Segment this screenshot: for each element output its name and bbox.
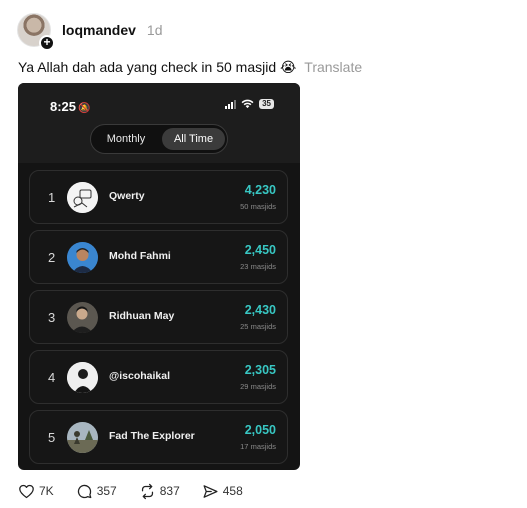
post-body: Ya Allah dah ada yang check in 50 masjid	[18, 59, 277, 75]
user-avatar	[67, 362, 98, 393]
username[interactable]: loqmandev	[62, 22, 136, 38]
comment-button[interactable]: 357	[76, 483, 117, 500]
user-avatar	[67, 422, 98, 453]
share-count: 458	[222, 484, 243, 498]
user-avatar	[67, 302, 98, 333]
rank-number: 2	[48, 250, 56, 265]
comment-count: 357	[96, 484, 117, 498]
user-name: Fad The Explorer	[109, 430, 195, 442]
leaderboard-row[interactable]: 1 Qwerty 4,230 50 masjids	[29, 170, 288, 224]
user-score: 2,450	[244, 243, 276, 257]
user-masjid-count: 50 masjids	[240, 202, 276, 211]
follow-plus-icon[interactable]: +	[39, 35, 55, 51]
post-text: Ya Allah dah ada yang check in 50 masjid…	[18, 59, 362, 76]
leaderboard-row[interactable]: 5 Fad The Explorer 2,050 17 masjids	[29, 410, 288, 464]
user-masjid-count: 25 masjids	[240, 322, 276, 331]
avatar[interactable]: +	[17, 13, 55, 51]
repost-button[interactable]: 837	[139, 483, 180, 500]
user-masjid-count: 29 masjids	[240, 382, 276, 391]
battery-icon: 35	[259, 99, 274, 109]
period-toggle: Monthly All Time	[90, 124, 228, 154]
user-avatar	[67, 242, 98, 273]
rank-number: 4	[48, 370, 56, 385]
send-icon	[203, 484, 218, 498]
repost-count: 837	[159, 484, 180, 498]
comment-icon	[77, 484, 92, 498]
user-name: @iscohaikal	[109, 370, 171, 382]
status-time: 8:25 🔕	[50, 99, 90, 114]
repost-icon	[141, 483, 153, 499]
user-avatar	[67, 182, 98, 213]
leaderboard-row[interactable]: 4 @iscohaikal 2,305 29 masjids	[29, 350, 288, 404]
like-button[interactable]: 7K	[18, 483, 54, 500]
translate-link[interactable]: Translate	[304, 59, 362, 75]
like-count: 7K	[39, 484, 54, 498]
status-bar: 8:25 🔕 35 Monthly All Time	[18, 83, 300, 163]
leaderboard-row[interactable]: 3 Ridhuan May 2,430 25 masjids	[29, 290, 288, 344]
user-name: Qwerty	[109, 190, 145, 202]
user-masjid-count: 17 masjids	[240, 442, 276, 451]
leaderboard-row[interactable]: 2 Mohd Fahmi 2,450 23 masjids	[29, 230, 288, 284]
silent-bell-icon: 🔕	[78, 103, 91, 114]
leaderboard-screenshot[interactable]: 8:25 🔕 35 Monthly All Time 1 Qwerty 4,230…	[18, 83, 300, 470]
user-score: 4,230	[244, 183, 276, 197]
user-name: Ridhuan May	[109, 310, 175, 322]
user-score: 2,050	[244, 423, 276, 437]
status-icons: 35	[225, 99, 274, 109]
time-ago: 1d	[146, 22, 163, 38]
post-actions: 7K 357 837 458	[18, 481, 265, 501]
wifi-icon	[241, 99, 254, 109]
rank-number: 5	[48, 430, 56, 445]
status-time-text: 8:25	[50, 99, 77, 114]
tab-all-time[interactable]: All Time	[162, 128, 225, 150]
user-score: 2,430	[244, 303, 276, 317]
user-name: Mohd Fahmi	[109, 250, 171, 262]
rank-number: 1	[48, 190, 56, 205]
user-score: 2,305	[244, 363, 276, 377]
heart-icon	[19, 484, 34, 498]
signal-icon	[225, 99, 237, 109]
tab-monthly[interactable]: Monthly	[94, 128, 158, 150]
share-button[interactable]: 458	[202, 483, 243, 500]
rank-number: 3	[48, 310, 56, 325]
user-masjid-count: 23 masjids	[240, 262, 276, 271]
crying-emoji: 😭	[280, 60, 297, 76]
post-header: + loqmandev 1d	[17, 13, 163, 51]
